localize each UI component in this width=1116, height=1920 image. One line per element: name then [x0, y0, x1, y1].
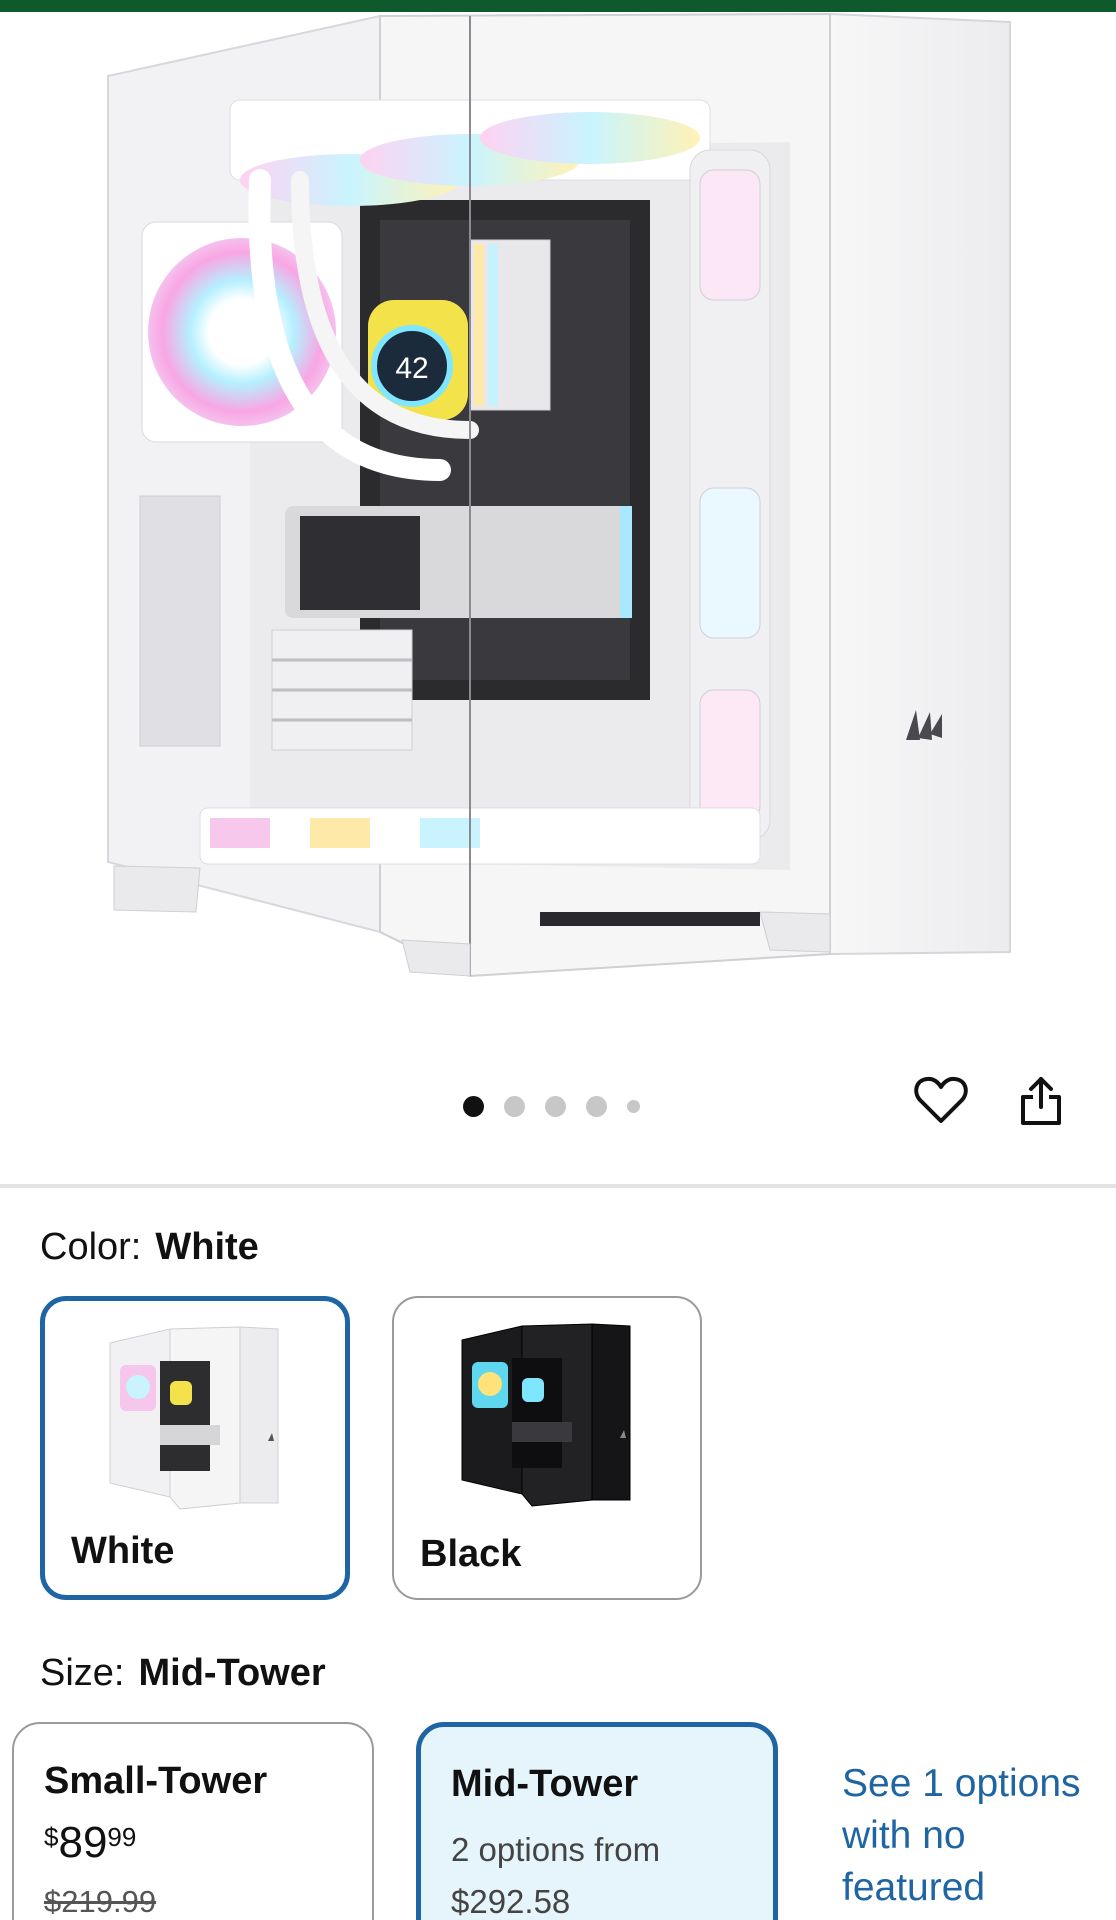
product-image[interactable]: 42 — [0, 12, 1116, 1125]
color-swatch-white[interactable]: White — [40, 1296, 350, 1600]
size-card-small-tower[interactable]: Small-Tower $8999 $219.99 — [12, 1722, 374, 1920]
color-label-value: White — [155, 1226, 259, 1268]
size-label-key: Size: — [40, 1652, 125, 1694]
price-dollars: 89 — [58, 1818, 108, 1867]
swatch-label: White — [71, 1530, 175, 1572]
white-case-thumbnail — [109, 1326, 279, 1510]
favorite-button[interactable] — [914, 1075, 974, 1135]
color-swatch-black[interactable]: Black — [392, 1296, 702, 1600]
pc-case-illustration: 42 — [107, 12, 1011, 978]
top-status-bar — [0, 0, 1116, 12]
size-card-title: Mid-Tower — [451, 1763, 639, 1805]
swatch-label: Black — [420, 1533, 522, 1575]
size-card-mid-tower[interactable]: Mid-Tower 2 options from $292.58 — [416, 1722, 778, 1920]
image-carousel-dots[interactable] — [463, 1093, 660, 1119]
see-more-options-link[interactable]: See 1 options with no featured — [842, 1758, 1102, 1914]
share-icon — [1021, 1077, 1061, 1125]
black-case-thumbnail — [461, 1323, 631, 1507]
size-card-price: $8999 — [44, 1818, 136, 1868]
size-option-label: Size: Mid-Tower — [40, 1652, 326, 1695]
was-price: $219.99 — [44, 1884, 157, 1919]
carousel-dot[interactable] — [463, 1095, 484, 1117]
from-price: $292.58 — [451, 1883, 571, 1920]
carousel-dot[interactable] — [586, 1095, 607, 1117]
section-divider — [0, 1184, 1116, 1188]
carousel-dot[interactable] — [545, 1095, 566, 1117]
carousel-dot[interactable] — [627, 1099, 640, 1113]
options-count-text: 2 options from — [451, 1831, 661, 1868]
price-cents: 99 — [107, 1822, 137, 1852]
color-option-label: Color: White — [40, 1226, 259, 1269]
size-label-value: Mid-Tower — [138, 1652, 326, 1694]
size-card-title: Small-Tower — [44, 1760, 268, 1802]
carousel-dot[interactable] — [504, 1095, 525, 1117]
heart-outline-icon — [914, 1076, 968, 1123]
color-label-key: Color: — [40, 1226, 142, 1268]
share-button[interactable] — [1019, 1075, 1077, 1135]
price-currency: $ — [44, 1822, 59, 1852]
pump-display-text: 42 — [395, 352, 428, 385]
